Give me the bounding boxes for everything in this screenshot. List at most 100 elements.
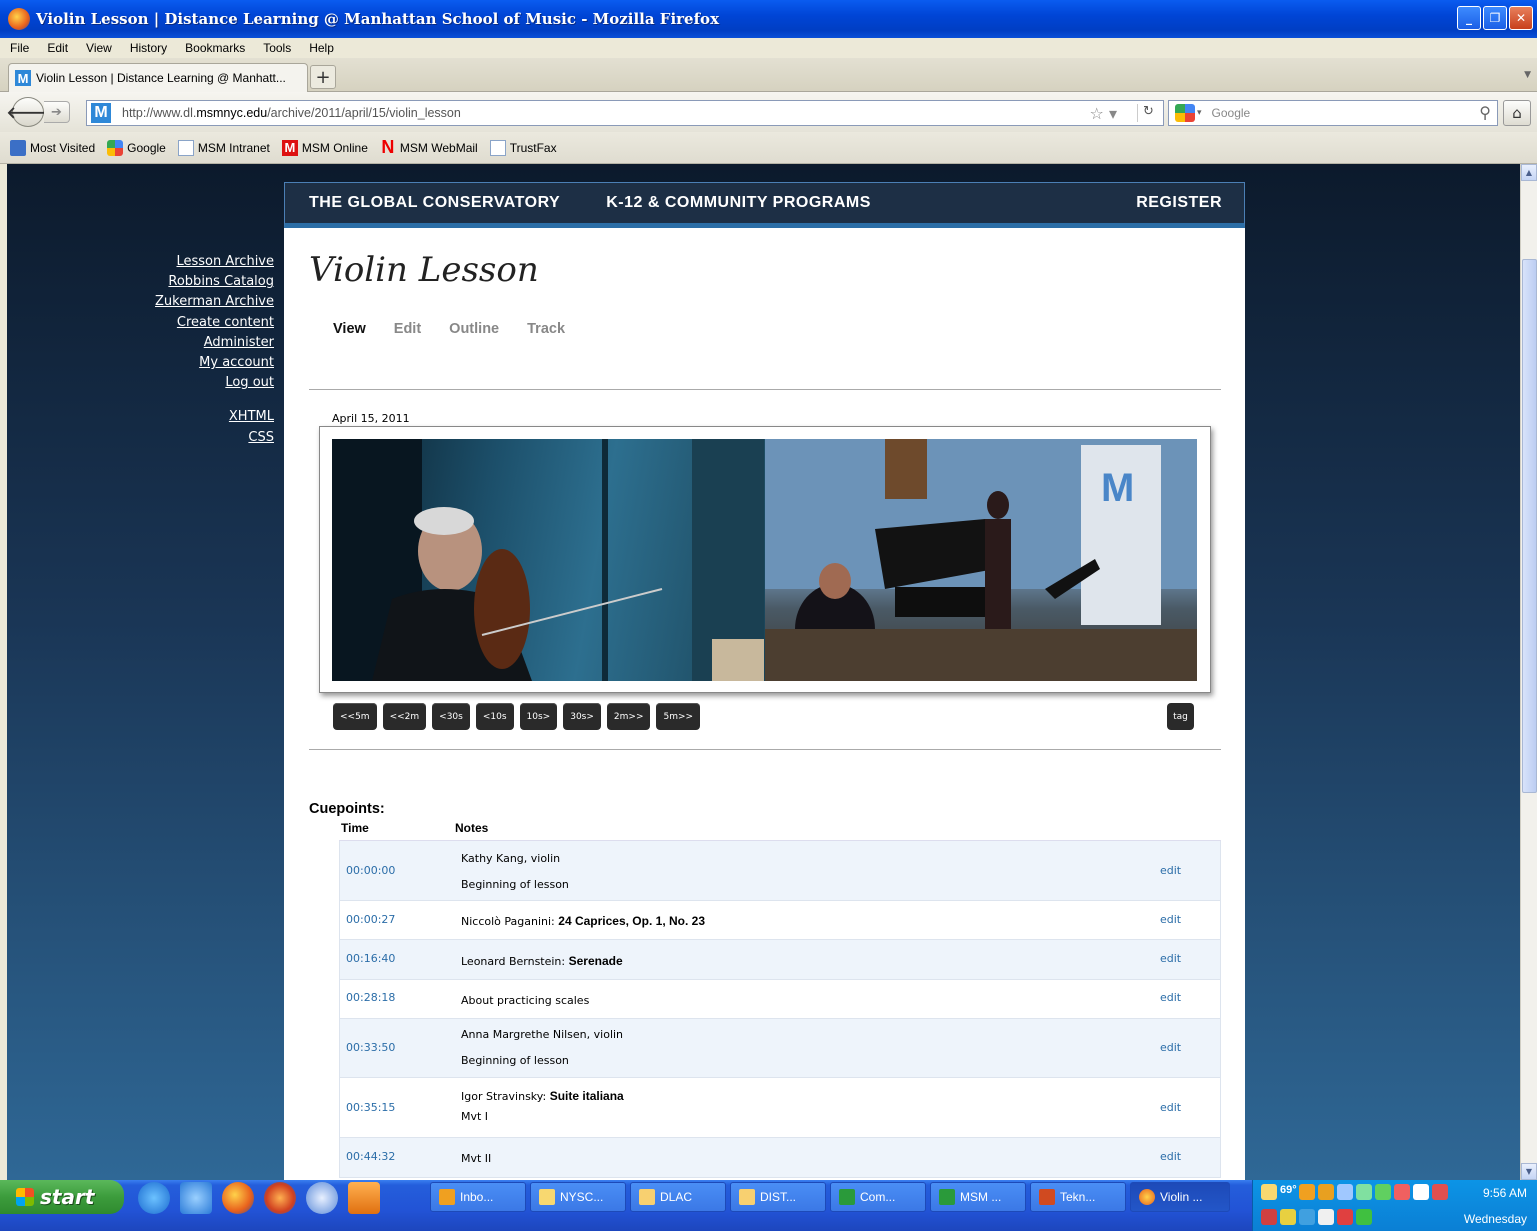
link-xhtml[interactable]: XHTML — [107, 407, 274, 427]
cue-edit-link[interactable]: edit — [1160, 913, 1181, 926]
restore-button[interactable]: ❐ — [1483, 6, 1507, 30]
task-dlac[interactable]: DLAC — [630, 1182, 726, 1212]
page-scrollbar[interactable]: ▲ ▼ — [1520, 164, 1537, 1180]
forward-30s-button[interactable]: 30s> — [563, 703, 601, 730]
bookmark-google[interactable]: Google — [107, 139, 166, 156]
bookmark-most-visited[interactable]: Most Visited — [10, 139, 95, 156]
tag-button[interactable]: tag — [1167, 703, 1194, 730]
nav-register[interactable]: REGISTER — [1136, 194, 1222, 212]
outlook-icon[interactable] — [1318, 1184, 1334, 1200]
shield-icon[interactable] — [1432, 1184, 1448, 1200]
disk-icon[interactable] — [1318, 1208, 1334, 1225]
chat-icon[interactable] — [1413, 1184, 1429, 1200]
new-tab-button[interactable]: + — [310, 65, 336, 89]
nav-k12-programs[interactable]: K-12 & COMMUNITY PROGRAMS — [606, 194, 871, 212]
bookmark-msm-intranet[interactable]: MSM Intranet — [177, 139, 270, 156]
link-css[interactable]: CSS — [107, 428, 274, 448]
update-icon[interactable] — [1280, 1208, 1296, 1225]
cue-edit-link[interactable]: edit — [1160, 1150, 1181, 1163]
cue-time-link[interactable]: 00:00:27 — [346, 913, 395, 926]
bookmark-trustfax[interactable]: TrustFax — [489, 139, 557, 156]
vpn-icon[interactable] — [1356, 1208, 1372, 1225]
cue-time-link[interactable]: 00:33:50 — [346, 1041, 395, 1054]
volume-icon[interactable] — [1299, 1208, 1315, 1225]
close-button[interactable]: ✕ — [1509, 6, 1533, 30]
rewind-30s-button[interactable]: <30s — [432, 703, 470, 730]
cue-time-link[interactable]: 00:16:40 — [346, 952, 395, 965]
start-button[interactable]: start — [0, 1180, 124, 1214]
link-create-content[interactable]: Create content — [107, 313, 274, 333]
outlook-icon[interactable] — [348, 1182, 380, 1214]
link-lesson-archive[interactable]: Lesson Archive — [107, 252, 274, 272]
forward-button[interactable]: ➔ — [44, 101, 70, 123]
menu-tools[interactable]: Tools — [263, 41, 291, 55]
cue-edit-link[interactable]: edit — [1160, 864, 1181, 877]
tab-list-icon[interactable]: ▼ — [1524, 70, 1531, 80]
mail-icon[interactable] — [1261, 1184, 1277, 1200]
rewind-10s-button[interactable]: <10s — [475, 703, 514, 730]
temperature-readout[interactable]: 69° — [1280, 1184, 1297, 1200]
site-identity-icon[interactable]: M — [91, 103, 111, 123]
bookmark-msm-online[interactable]: M MSM Online — [281, 139, 368, 156]
task-com[interactable]: Com... — [830, 1182, 926, 1212]
tab-outline[interactable]: Outline — [449, 321, 499, 337]
task-nysc[interactable]: NYSC... — [530, 1182, 626, 1212]
tab-edit[interactable]: Edit — [394, 321, 421, 337]
forward-5m-button[interactable]: 5m>> — [656, 703, 701, 730]
menu-help[interactable]: Help — [309, 41, 334, 55]
tab-view[interactable]: View — [333, 321, 366, 337]
forward-10s-button[interactable]: 10s> — [519, 703, 558, 730]
chevron-down-icon[interactable]: ▾ — [1197, 108, 1202, 118]
app-icon[interactable] — [1394, 1184, 1410, 1200]
globe-icon[interactable] — [264, 1182, 296, 1214]
search-bar[interactable]: ▾ Google ⚲ — [1168, 100, 1498, 126]
weather-icon[interactable] — [1299, 1184, 1315, 1200]
task-dist[interactable]: DIST... — [730, 1182, 826, 1212]
task-msm[interactable]: MSM ... — [930, 1182, 1026, 1212]
menu-bookmarks[interactable]: Bookmarks — [185, 41, 245, 55]
internet-explorer-icon[interactable] — [138, 1182, 170, 1214]
forward-2m-button[interactable]: 2m>> — [606, 703, 651, 730]
rewind-2m-button[interactable]: <<2m — [382, 703, 427, 730]
nav-global-conservatory[interactable]: THE GLOBAL CONSERVATORY — [309, 194, 560, 212]
cue-time-link[interactable]: 00:00:00 — [346, 864, 395, 877]
task-violin-firefox[interactable]: Violin ... — [1130, 1182, 1230, 1212]
safari-icon[interactable] — [306, 1182, 338, 1214]
link-administer[interactable]: Administer — [107, 333, 274, 353]
cue-time-link[interactable]: 00:44:32 — [346, 1150, 395, 1163]
url-bar[interactable]: M http://www.dl.msmnyc.edu/archive/2011/… — [86, 100, 1164, 126]
link-robbins-catalog[interactable]: Robbins Catalog — [107, 272, 274, 292]
back-button[interactable]: 🡐 — [7, 97, 49, 127]
video-player[interactable]: M — [319, 426, 1211, 693]
cue-edit-link[interactable]: edit — [1160, 991, 1181, 1004]
bookmark-star-icon[interactable]: ☆ ▾ — [1090, 104, 1117, 123]
reload-icon[interactable]: ↻ — [1137, 104, 1159, 122]
tab-track[interactable]: Track — [527, 321, 565, 337]
bookmark-msm-webmail[interactable]: N MSM WebMail — [380, 137, 477, 157]
minimize-button[interactable]: _ — [1457, 6, 1481, 30]
show-desktop-icon[interactable] — [180, 1182, 212, 1214]
scroll-down-icon[interactable]: ▼ — [1521, 1163, 1537, 1180]
task-inbox[interactable]: Inbo... — [430, 1182, 526, 1212]
alert-icon[interactable] — [1337, 1208, 1353, 1225]
cue-edit-link[interactable]: edit — [1160, 1101, 1181, 1114]
link-log-out[interactable]: Log out — [107, 373, 274, 393]
clock-day[interactable]: Wednesday — [1464, 1212, 1527, 1226]
scroll-up-icon[interactable]: ▲ — [1521, 164, 1537, 181]
url-text[interactable]: http://www.dl.msmnyc.edu/archive/2011/ap… — [122, 106, 461, 120]
rewind-5m-button[interactable]: <<5m — [333, 703, 377, 730]
cue-edit-link[interactable]: edit — [1160, 952, 1181, 965]
home-button[interactable]: ⌂ — [1503, 100, 1531, 126]
cue-time-link[interactable]: 00:35:15 — [346, 1101, 395, 1114]
antivirus-icon[interactable] — [1261, 1208, 1277, 1225]
cue-time-link[interactable]: 00:28:18 — [346, 991, 395, 1004]
cue-edit-link[interactable]: edit — [1160, 1041, 1181, 1054]
video-teacher-view[interactable] — [332, 439, 765, 681]
menu-file[interactable]: File — [10, 41, 29, 55]
task-tekn[interactable]: Tekn... — [1030, 1182, 1126, 1212]
link-my-account[interactable]: My account — [107, 353, 274, 373]
sync-icon[interactable] — [1356, 1184, 1372, 1200]
network-icon[interactable] — [1337, 1184, 1353, 1200]
google-search-engine-icon[interactable] — [1175, 104, 1195, 122]
search-icon[interactable]: ⚲ — [1479, 103, 1491, 122]
